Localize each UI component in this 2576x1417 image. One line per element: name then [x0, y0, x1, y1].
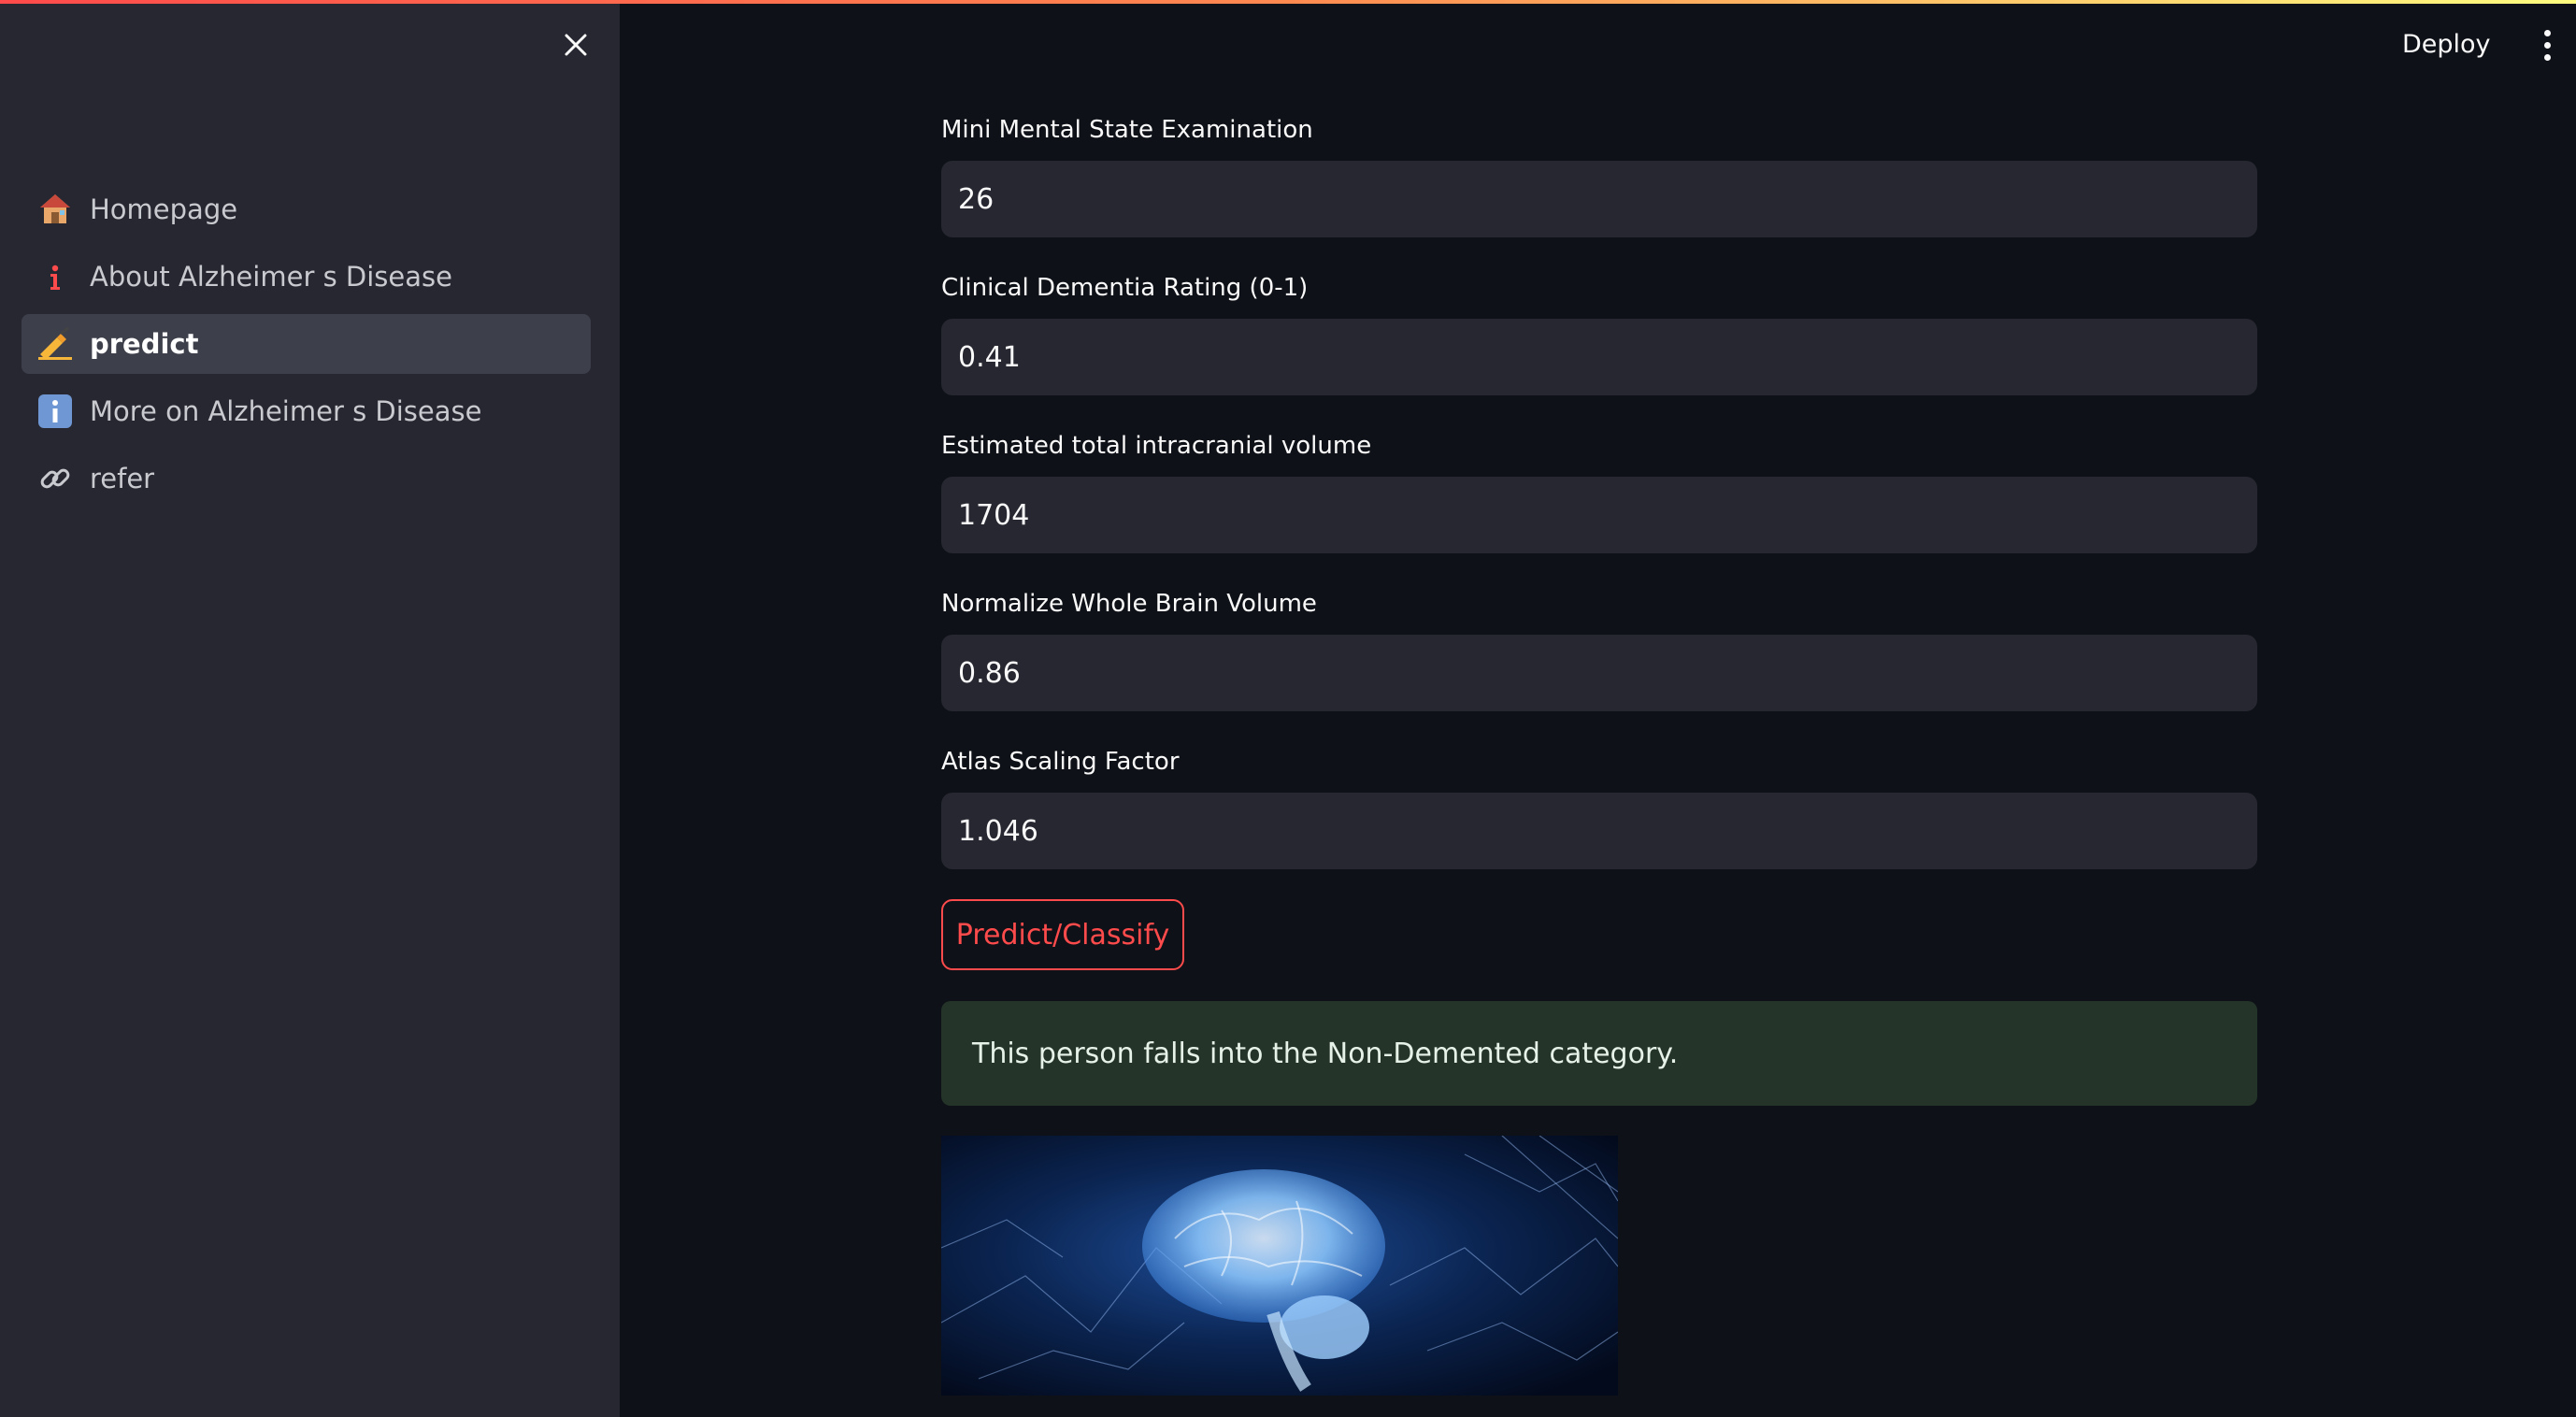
link-icon — [36, 460, 74, 497]
sidebar-item-label: predict — [90, 328, 199, 360]
writing-hand-icon — [36, 325, 74, 363]
etiv-label: Estimated total intracranial volume — [941, 432, 1372, 460]
sidebar-nav: Homepage About Alzheimer s Disease predi… — [21, 179, 591, 516]
main-menu-button[interactable] — [2533, 26, 2561, 64]
sidebar-item-homepage[interactable]: Homepage — [21, 179, 591, 239]
cdr-label: Clinical Dementia Rating (0-1) — [941, 274, 1309, 302]
info-box-icon — [36, 393, 74, 430]
info-icon — [36, 258, 74, 295]
sidebar: Homepage About Alzheimer s Disease predi… — [0, 0, 620, 1417]
sidebar-item-refer[interactable]: refer — [21, 449, 591, 508]
brain-network-image — [941, 1136, 1618, 1396]
nwbv-label: Normalize Whole Brain Volume — [941, 590, 1317, 618]
deploy-button[interactable]: Deploy — [2402, 22, 2491, 65]
sidebar-item-label: Homepage — [90, 193, 238, 225]
asf-input[interactable]: 1.046 — [941, 793, 2257, 869]
etiv-input[interactable]: 1704 — [941, 477, 2257, 553]
asf-label: Atlas Scaling Factor — [941, 748, 1180, 776]
result-success-alert: This person falls into the Non-Demented … — [941, 1001, 2257, 1106]
sidebar-item-label: refer — [90, 463, 155, 494]
cdr-input[interactable]: 0.41 — [941, 319, 2257, 395]
predict-classify-button[interactable]: Predict/Classify — [941, 899, 1184, 970]
house-icon — [36, 191, 74, 228]
sidebar-item-predict[interactable]: predict — [21, 314, 591, 374]
header-decoration — [0, 0, 2576, 4]
kebab-menu-icon — [2543, 29, 2551, 36]
sidebar-item-label: More on Alzheimer s Disease — [90, 395, 482, 427]
close-sidebar-button[interactable] — [557, 26, 594, 64]
sidebar-item-label: About Alzheimer s Disease — [90, 261, 452, 293]
result-message: This person falls into the Non-Demented … — [972, 1037, 1679, 1070]
nwbv-input[interactable]: 0.86 — [941, 635, 2257, 711]
sidebar-item-about[interactable]: About Alzheimer s Disease — [21, 247, 591, 307]
sidebar-item-more[interactable]: More on Alzheimer s Disease — [21, 381, 591, 441]
mmse-label: Mini Mental State Examination — [941, 116, 1313, 144]
mmse-input[interactable]: 26 — [941, 161, 2257, 237]
close-icon — [565, 34, 587, 56]
